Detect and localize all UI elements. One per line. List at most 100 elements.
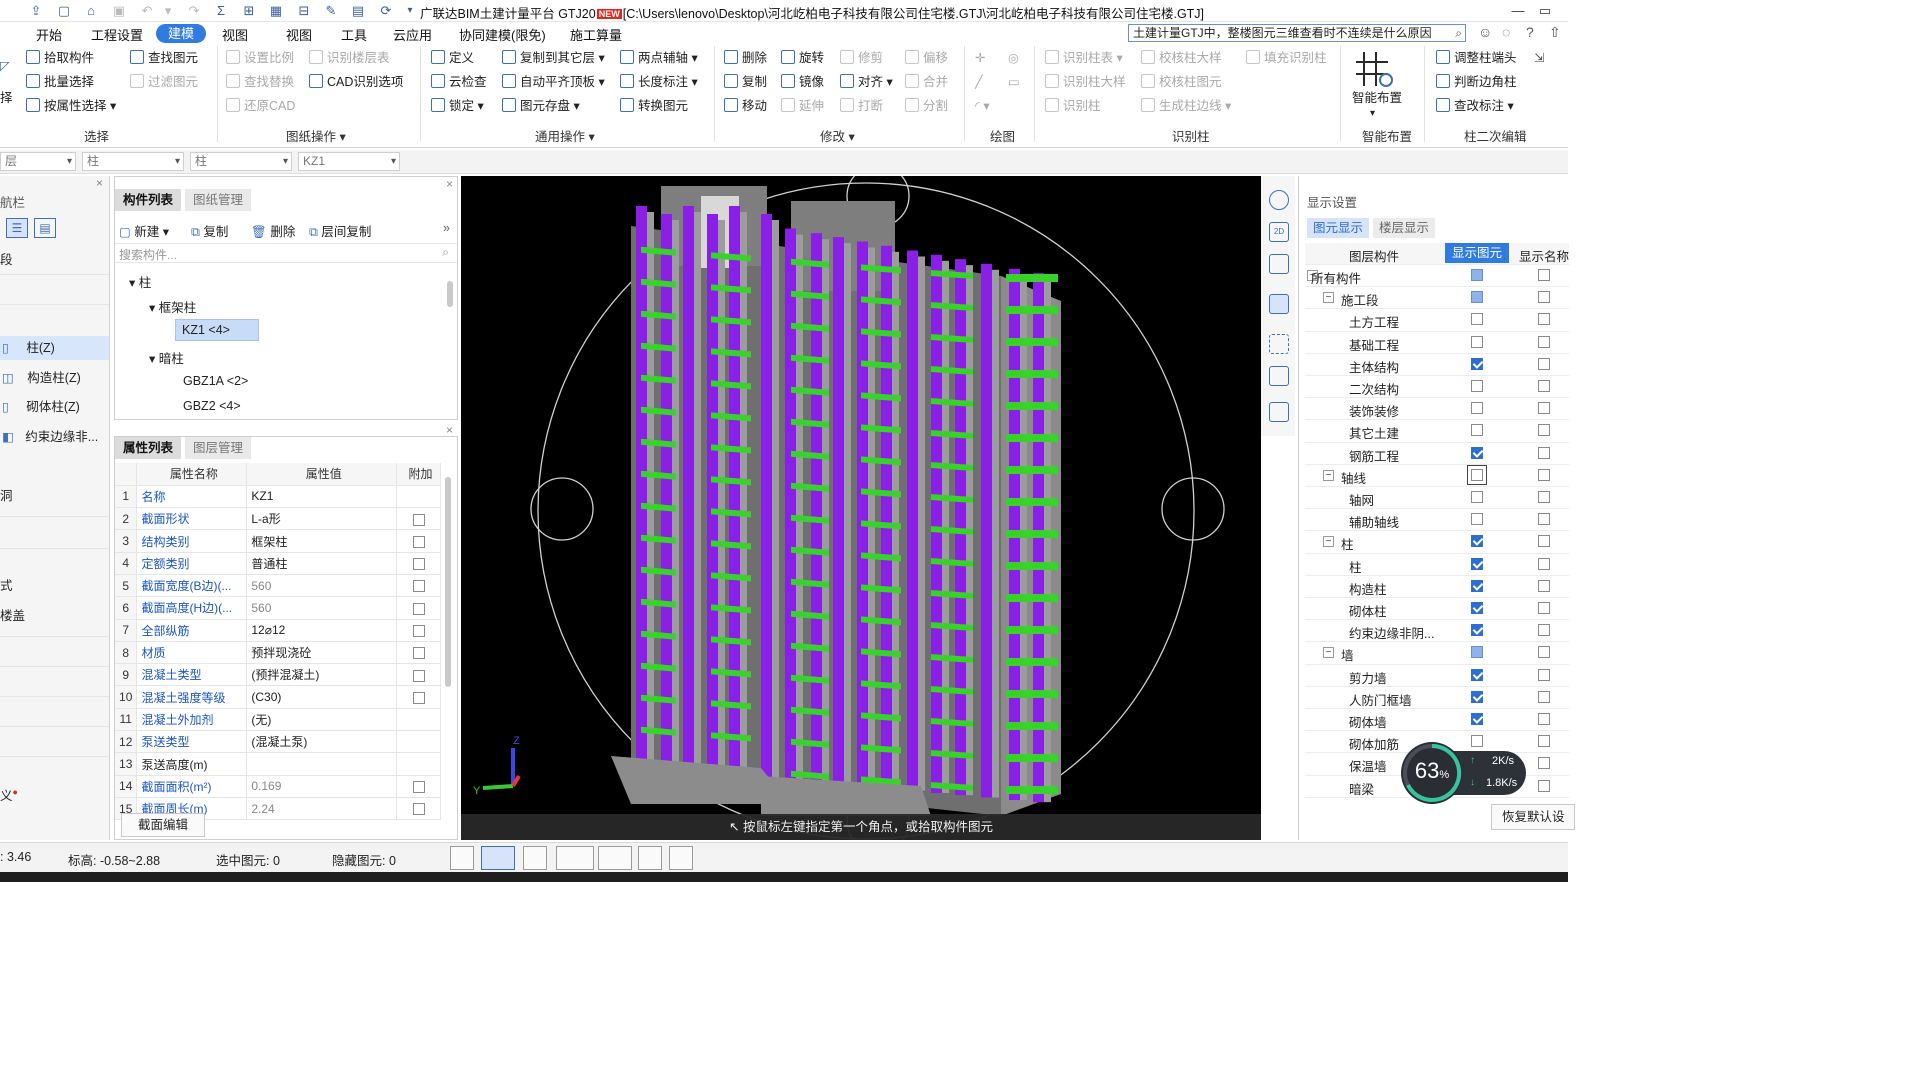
open-icon[interactable]: ⇪ [28,3,44,19]
dynamic-input-icon[interactable] [669,846,693,870]
smart-layout-button[interactable]: 智能布置 [1352,88,1402,108]
property-value[interactable]: 预拌现浇砼 [246,641,398,665]
display-row[interactable]: 土方工程 [1305,309,1569,332]
split-button[interactable]: 分割 [905,96,948,116]
property-row[interactable]: 10 混凝土强度等级 (C30) [115,685,441,709]
nav-item-floor-cover[interactable]: 楼盖 [0,604,109,628]
show-element-checkbox[interactable] [1471,357,1483,370]
cloud-check-button[interactable]: 云检查 [431,72,487,92]
property-value[interactable]: KZ1 [246,485,398,509]
show-name-checkbox[interactable] [1538,735,1550,748]
display-row[interactable]: 约束边缘非阴... [1305,620,1569,643]
property-row[interactable]: 7 全部纵筋 12⌀12 [115,619,441,642]
snap-settings-icon[interactable] [598,846,632,870]
extra-checkbox[interactable] [412,513,425,526]
smart-layout-icon[interactable] [1354,50,1398,88]
display-row[interactable]: 轴网 [1305,487,1569,510]
show-name-checkbox[interactable] [1538,335,1550,348]
new-component-button[interactable]: ▢ 新建 ▾ [119,221,169,240]
show-name-checkbox[interactable] [1538,291,1550,304]
ortho-toggle-icon[interactable] [450,846,474,870]
property-row[interactable]: 11 混凝土外加剂 (无) [115,708,441,732]
floor-combo[interactable]: 层 [0,152,76,171]
show-name-checkbox[interactable] [1538,357,1550,370]
circle-draw-icon[interactable]: ◎ [1008,48,1019,68]
edit-icon[interactable]: ✎ [323,3,339,19]
message-icon[interactable]: ◌ [1502,24,1510,40]
collapse-icon[interactable]: − [1323,292,1334,304]
property-value[interactable]: (混凝土泵) [246,730,398,754]
property-value[interactable] [246,752,398,776]
element-save-button[interactable]: 图元存盘 ▾ [502,96,580,116]
layer-toggle-icon[interactable] [638,846,662,870]
show-name-checkbox[interactable] [1538,646,1550,659]
judge-corner-column-button[interactable]: 判断边角柱 [1436,72,1517,92]
property-value[interactable]: 2.24 [246,797,398,821]
property-panel-close-icon[interactable]: × [446,423,453,437]
extra-checkbox[interactable] [412,625,425,638]
pick-component-button[interactable]: 拾取构件 [26,48,94,68]
check-annotation-button[interactable]: 查改标注 ▾ [1436,96,1514,116]
grid-icon[interactable]: ▦ [268,3,284,19]
nav-item-constraint-edge[interactable]: ◧ 约束边缘非... [0,425,109,449]
nav-item-masonry-column[interactable]: ▯ 砌体柱(Z) [0,395,109,419]
restore-default-button[interactable]: 恢复默认设 [1491,804,1575,830]
display-row[interactable]: − 墙 [1305,642,1569,665]
menu-tools[interactable]: 工具 [341,25,367,44]
copy-button[interactable]: 复制 [724,72,767,92]
property-value[interactable]: (C30) [246,685,398,709]
move-button[interactable]: 移动 [724,96,767,116]
view-cube-icon[interactable] [1269,294,1289,314]
fit-view-icon[interactable] [1269,334,1289,354]
show-name-checkbox[interactable] [1538,402,1550,415]
undo-dropdown-icon[interactable]: ▾ [160,3,176,19]
find-replace-button[interactable]: 查找替换 [226,72,294,92]
nav-close-icon[interactable]: × [96,176,103,190]
property-row[interactable]: 1 名称 KZ1 [115,485,441,509]
menu-view-label[interactable]: 视图 [222,25,248,44]
define-button[interactable]: 定义 [431,48,474,68]
show-element-checkbox[interactable] [1471,513,1483,526]
display-list-icon[interactable] [1269,402,1289,422]
property-value[interactable]: 框架柱 [246,529,398,553]
nav-item-style[interactable]: 式 [0,574,109,598]
nav-item-construction-column[interactable]: ◫ 构造柱(Z) [0,366,109,390]
property-value[interactable]: 普通柱 [246,552,398,575]
tab-element-display[interactable]: 图元显示 [1307,218,1370,238]
show-name-checkbox[interactable] [1538,713,1550,725]
property-row[interactable]: 12 泵送类型 (混凝土泵) [115,730,441,754]
search-icon[interactable]: ⌕ [1455,25,1462,41]
show-element-checkbox[interactable] [1471,335,1483,348]
restore-cad-button[interactable]: 还原CAD [226,96,295,116]
display-row[interactable]: 钢筋工程 [1305,443,1569,465]
display-row[interactable]: 主体结构 [1305,354,1569,376]
arc-draw-icon[interactable]: ◜ ▾ [975,96,990,116]
trim-button[interactable]: 修剪 [840,48,883,68]
tab-floor-display[interactable]: 楼层显示 [1373,218,1436,238]
show-element-checkbox[interactable] [1471,402,1483,415]
delete-component-button[interactable]: 🗑 删除 [251,221,295,240]
refresh-icon[interactable]: ⟳ [378,3,394,19]
undo-icon[interactable]: ↶ [139,3,155,19]
smart-layout-dropdown-icon[interactable]: ▾ [1370,104,1375,124]
offset-button[interactable]: 偏移 [905,48,948,68]
show-name-checkbox[interactable] [1538,757,1550,770]
fill-identify-column-button[interactable]: 填充识别柱 [1246,48,1327,68]
identify-column-button[interactable]: 识别柱 [1045,96,1101,116]
show-element-checkbox[interactable] [1471,579,1483,592]
help-icon[interactable]: ? [1526,24,1534,40]
lock-button[interactable]: 锁定 ▾ [431,96,484,116]
show-name-checkbox[interactable] [1538,557,1550,570]
rect-draw-icon[interactable]: ▭ [1008,72,1020,92]
mirror-button[interactable]: 镜像 [781,72,824,92]
cad-options-button[interactable]: CAD识别选项 [309,72,403,92]
tree-group-hidden-column[interactable]: ▾ 暗柱 [149,348,184,367]
tab-drawing-management[interactable]: 图纸管理 [185,189,252,211]
select-mode-icon[interactable] [481,846,515,870]
show-element-checkbox[interactable] [1471,424,1483,437]
convert-element-button[interactable]: 转换图元 [620,96,688,116]
show-element-checkbox[interactable] [1471,446,1483,459]
property-value[interactable]: 12⌀12 [246,619,398,642]
menu-view[interactable]: 视图 [286,25,312,44]
section-edit-button[interactable]: 截面编辑 [121,813,205,837]
